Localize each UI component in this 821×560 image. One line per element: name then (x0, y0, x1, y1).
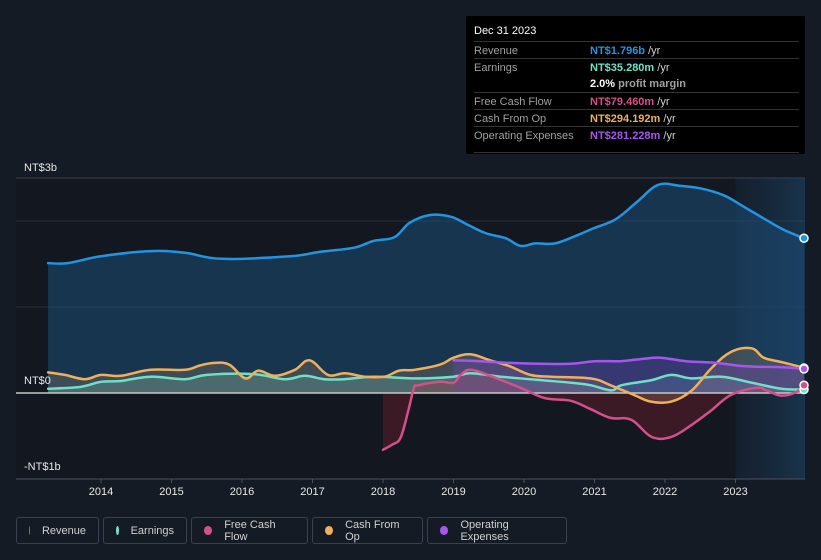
profit-margin-label: profit margin (615, 78, 686, 90)
tooltip-row-opex: Operating Expenses NT$281.228m /yr (474, 126, 799, 144)
tooltip-unit: /yr (660, 113, 676, 125)
tooltip-value: NT$281.228m /yr (590, 130, 676, 142)
tooltip-label: Operating Expenses (474, 130, 574, 142)
y-label-zero: NT$0 (24, 375, 51, 387)
x-tick-label: 2020 (512, 486, 536, 498)
tooltip-row-revenue: Revenue NT$1.796b /yr (474, 41, 799, 59)
tooltip-date: Dec 31 2023 (474, 25, 537, 37)
x-tick-label: 2023 (723, 486, 747, 498)
x-tick-label: 2014 (89, 486, 113, 498)
legend-label: Earnings (130, 524, 174, 537)
legend: Revenue Earnings Free Cash Flow Cash Fro… (16, 517, 567, 544)
profit-margin-value: 2.0% (590, 78, 616, 90)
tooltip-value-text: NT$79.460m (590, 96, 655, 108)
tooltip-label: Revenue (474, 45, 519, 57)
x-axis-ticks: 2014 2015 2016 2017 2018 2019 2020 2021 2022 2023 (89, 479, 748, 498)
cash-from-op-dot-icon (325, 526, 334, 535)
tooltip-row-margin: 2.0% profit margin (474, 75, 799, 92)
tooltip-value: NT$1.796b /yr (590, 45, 660, 57)
tooltip-row-cfo: Cash From Op NT$294.192m /yr (474, 109, 799, 127)
tooltip-unit: /yr (645, 45, 661, 57)
x-tick-label: 2016 (230, 486, 254, 498)
y-label-top: NT$3b (24, 162, 57, 174)
tooltip-row-earnings: Earnings NT$35.280m /yr (474, 58, 799, 76)
x-tick-label: 2015 (159, 486, 183, 498)
x-tick-label: 2021 (582, 486, 606, 498)
tooltip-label: Free Cash Flow (474, 96, 552, 108)
revenue-dot-icon (29, 526, 30, 535)
y-label-bottom: -NT$1b (24, 461, 61, 473)
x-tick-label: 2022 (653, 486, 677, 498)
legend-item-earnings[interactable]: Earnings (103, 517, 187, 544)
tooltip-value: NT$79.460m /yr (590, 96, 670, 108)
legend-item-cash-from-op[interactable]: Cash From Op (312, 517, 423, 544)
tooltip-value: NT$35.280m /yr (590, 62, 670, 74)
revenue-endpoint (799, 233, 809, 243)
free-cash-flow-dot-icon (204, 526, 213, 535)
legend-label: Operating Expenses (460, 518, 509, 543)
x-tick-label: 2018 (371, 486, 395, 498)
earnings-dot-icon (116, 526, 119, 535)
operating-expenses-endpoint (799, 364, 809, 374)
tooltip: Dec 31 2023 Revenue NT$1.796b /yr Earnin… (466, 16, 805, 154)
tooltip-unit: /yr (654, 96, 670, 108)
x-tick-label: 2017 (300, 486, 324, 498)
tooltip-label: Cash From Op (474, 113, 547, 125)
legend-label: Revenue (41, 524, 86, 537)
x-tick-label: 2019 (441, 486, 465, 498)
legend-item-free-cash-flow[interactable]: Free Cash Flow (191, 517, 308, 544)
tooltip-value-text: NT$281.228m (590, 130, 661, 142)
tooltip-divider (474, 152, 799, 153)
tooltip-row-fcf: Free Cash Flow NT$79.460m /yr (474, 92, 799, 110)
free-cash-flow-endpoint (799, 380, 809, 391)
legend-item-revenue[interactable]: Revenue (16, 517, 99, 544)
tooltip-margin: 2.0% profit margin (590, 78, 686, 90)
legend-label: Cash From Op (345, 518, 400, 543)
operating-expenses-dot-icon (440, 526, 449, 535)
tooltip-value-text: NT$1.796b (590, 45, 646, 57)
tooltip-unit: /yr (660, 130, 676, 142)
tooltip-value: NT$294.192m /yr (590, 113, 676, 125)
tooltip-unit: /yr (654, 62, 670, 74)
legend-label: Free Cash Flow (224, 518, 276, 543)
tooltip-label: Earnings (474, 62, 518, 74)
legend-item-operating-expenses[interactable]: Operating Expenses (427, 517, 567, 544)
tooltip-value-text: NT$35.280m (590, 62, 655, 74)
tooltip-value-text: NT$294.192m (590, 113, 661, 125)
